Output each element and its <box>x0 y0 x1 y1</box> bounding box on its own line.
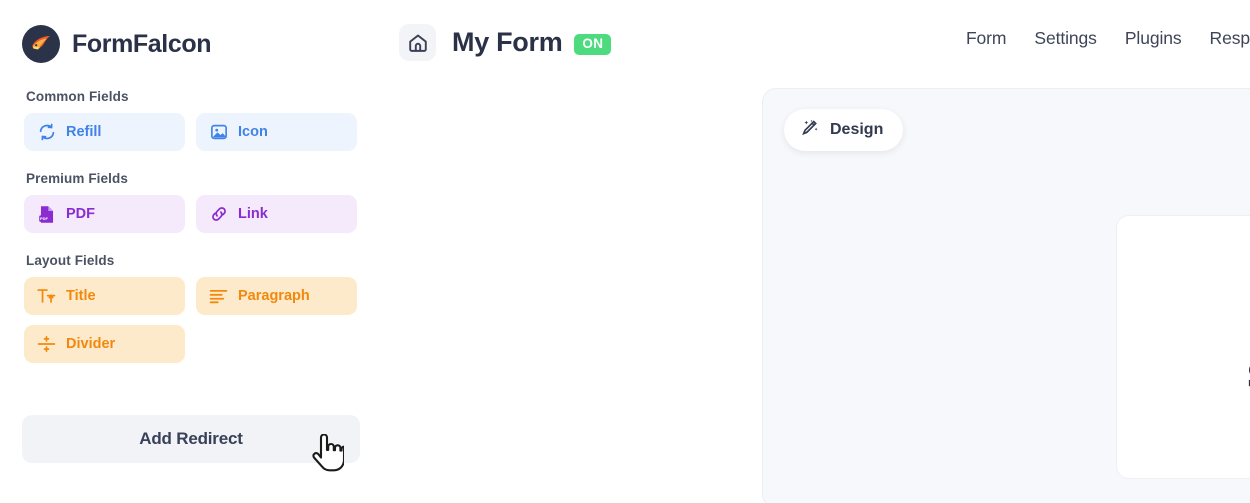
design-button-label: Design <box>830 121 884 138</box>
top-navigation: Form Settings Plugins Resp <box>966 28 1250 49</box>
nav-item-responses[interactable]: Resp <box>1210 28 1250 49</box>
image-icon <box>209 123 228 142</box>
field-chip-label: Refill <box>66 124 102 140</box>
design-button[interactable]: Design <box>784 109 904 151</box>
refresh-icon <box>37 123 56 142</box>
field-chip-pdf[interactable]: PDF PDF <box>24 195 185 233</box>
app-root: FormFalcon Common Fields Refill Icon Pre… <box>0 0 1250 503</box>
section-label-common: Common Fields <box>26 89 129 104</box>
section-label-premium: Premium Fields <box>26 171 128 186</box>
field-chip-label: Icon <box>238 124 268 140</box>
main-area: My Form ON Form Settings Plugins Resp De… <box>381 0 1250 503</box>
brand-header: FormFalcon <box>0 0 381 63</box>
field-chip-link[interactable]: Link <box>196 195 357 233</box>
field-chip-label: PDF <box>66 206 95 222</box>
home-icon[interactable] <box>399 24 436 61</box>
field-chip-label: Paragraph <box>238 288 310 304</box>
page-title: My Form <box>452 27 563 57</box>
field-chip-icon[interactable]: Icon <box>196 113 357 151</box>
nav-item-form[interactable]: Form <box>966 28 1007 49</box>
status-badge: ON <box>574 34 612 55</box>
field-group-common: Refill Icon <box>0 113 381 151</box>
magic-wand-icon <box>800 118 820 143</box>
brand-name: FormFalcon <box>72 29 212 58</box>
field-chip-label: Divider <box>66 336 116 352</box>
nav-item-settings[interactable]: Settings <box>1034 28 1097 49</box>
success-preview-card: Successfully sent! We'll be in touch sho… <box>1116 215 1250 479</box>
field-chip-divider[interactable]: Divider <box>24 325 185 363</box>
title-text-icon <box>37 287 56 306</box>
field-chip-label: Title <box>66 288 96 304</box>
field-group-layout: Title Paragraph Divider <box>0 277 381 363</box>
field-chip-title[interactable]: Title <box>24 277 185 315</box>
falcon-logo-icon <box>22 25 60 63</box>
nav-item-plugins[interactable]: Plugins <box>1125 28 1182 49</box>
pdf-file-icon: PDF <box>37 205 56 224</box>
section-label-layout: Layout Fields <box>26 253 115 268</box>
field-chip-label: Link <box>238 206 268 222</box>
field-chip-refill[interactable]: Refill <box>24 113 185 151</box>
paragraph-lines-icon <box>209 287 228 306</box>
top-header: My Form ON Form Settings Plugins Resp <box>381 0 1250 85</box>
field-chip-paragraph[interactable]: Paragraph <box>196 277 357 315</box>
link-chain-icon <box>209 205 228 224</box>
field-group-premium: PDF PDF Link <box>0 195 381 233</box>
svg-text:PDF: PDF <box>40 216 49 221</box>
divider-icon <box>37 335 56 354</box>
editor-panel: Design Form Success Successfully sent! W… <box>762 88 1250 503</box>
sidebar: FormFalcon Common Fields Refill Icon Pre… <box>0 0 381 503</box>
add-redirect-button[interactable]: Add Redirect <box>22 415 360 463</box>
